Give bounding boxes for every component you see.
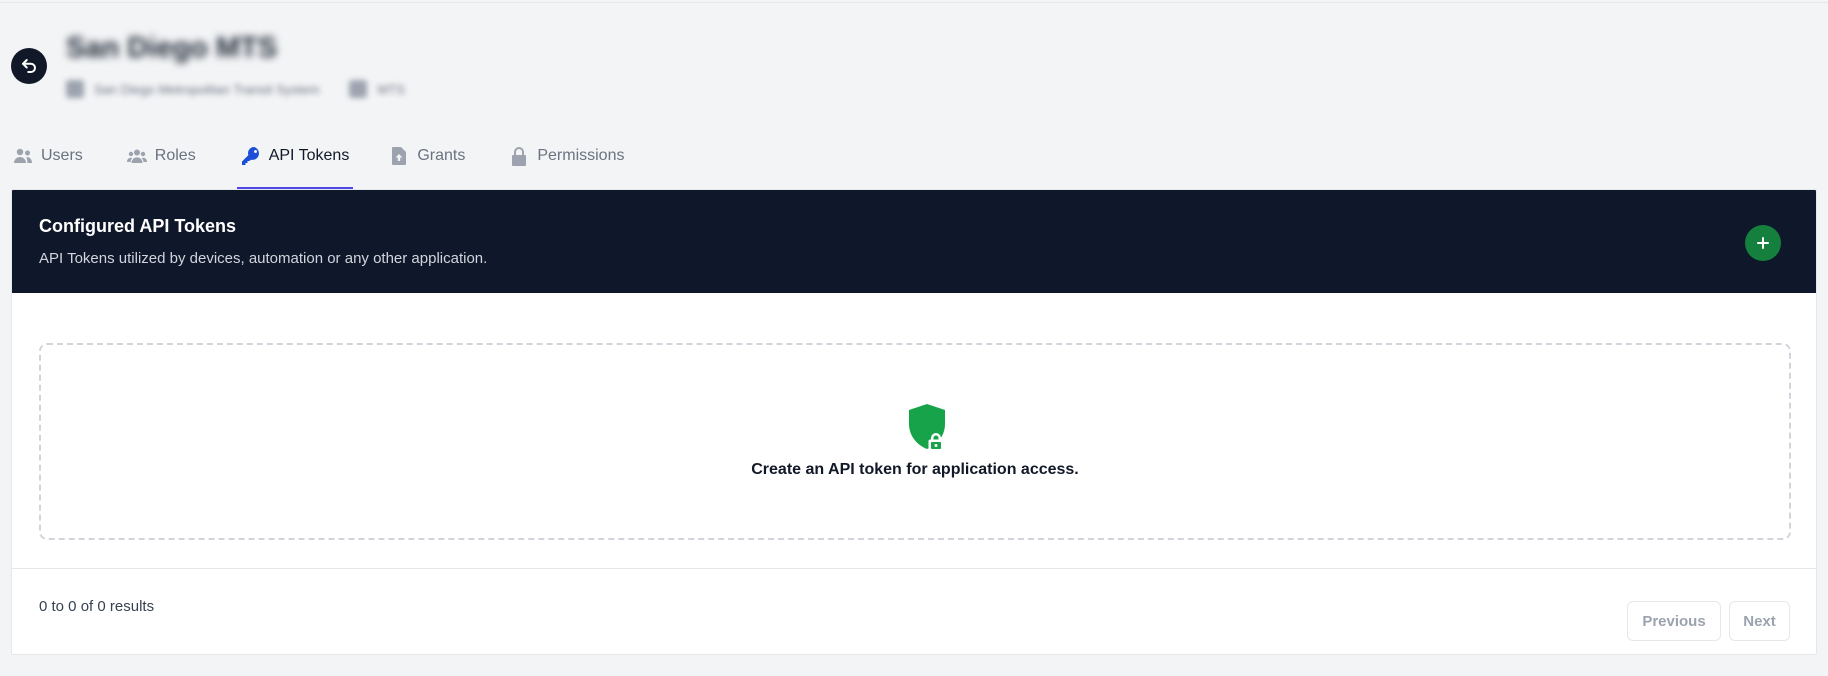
- api-tokens-card: Configured API Tokens API Tokens utilize…: [11, 189, 1817, 655]
- page-title: San Diego MTS: [66, 32, 278, 64]
- tab-users[interactable]: Users: [13, 130, 83, 189]
- tab-api-tokens[interactable]: API Tokens: [236, 130, 354, 189]
- shield-lock-icon: [909, 404, 945, 452]
- user-group-icon: [126, 149, 147, 163]
- tab-permissions[interactable]: Permissions: [509, 130, 624, 189]
- card-title: Configured API Tokens: [39, 216, 237, 236]
- footer-divider: [12, 568, 1816, 569]
- plus-icon: [1757, 237, 1769, 249]
- tab-label: Roles: [154, 147, 196, 164]
- lock-icon: [512, 147, 527, 166]
- top-divider: [0, 2, 1828, 3]
- tab-label: Permissions: [537, 147, 625, 164]
- tab-label: Grants: [417, 147, 466, 164]
- org-name: San Diego Metropolitan Transit System: [94, 81, 320, 97]
- page-subtitle: San Diego Metropolitan Transit System MT…: [66, 80, 405, 98]
- users-icon: [14, 148, 32, 163]
- card-description: API Tokens utilized by devices, automati…: [39, 250, 488, 267]
- tab-bar: Users Roles API Tokens Grants Permission…: [0, 130, 624, 189]
- tag-icon: [349, 80, 368, 98]
- tab-label: Users: [41, 147, 83, 164]
- key-icon: [241, 147, 259, 165]
- empty-state-create-token[interactable]: Create an API token for application acce…: [39, 343, 1791, 540]
- undo-arrow-icon: [22, 59, 36, 73]
- building-icon: [66, 80, 84, 98]
- tab-roles[interactable]: Roles: [126, 130, 196, 189]
- next-page-button[interactable]: Next: [1729, 601, 1790, 641]
- results-summary: 0 to 0 of 0 results: [39, 598, 155, 615]
- card-header: Configured API Tokens API Tokens utilize…: [12, 190, 1816, 293]
- tab-grants[interactable]: Grants: [389, 130, 465, 189]
- previous-page-button[interactable]: Previous: [1627, 601, 1721, 641]
- tab-label: API Tokens: [268, 147, 350, 164]
- empty-state-message: Create an API token for application acce…: [751, 461, 1079, 478]
- back-button[interactable]: [11, 48, 47, 84]
- document-arrow-up-icon: [392, 147, 407, 165]
- add-token-button[interactable]: [1745, 225, 1781, 261]
- org-code: MTS: [377, 81, 405, 97]
